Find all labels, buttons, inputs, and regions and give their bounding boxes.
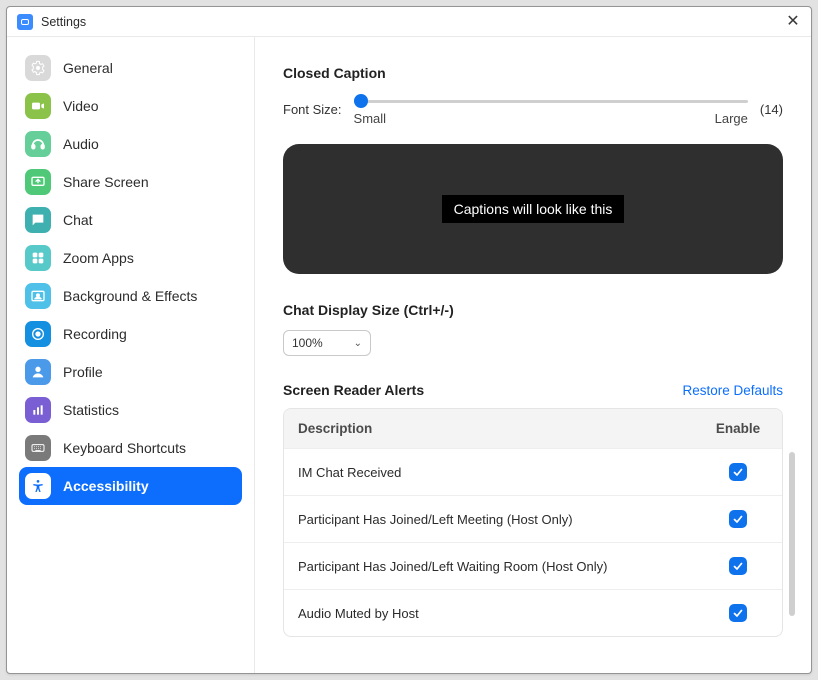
window-body: General Video Audio Share Screen Chat Zoom Ap… <box>7 37 811 673</box>
restore-defaults-link[interactable]: Restore Defaults <box>682 383 783 398</box>
slider-thumb[interactable] <box>354 94 368 108</box>
alert-checkbox[interactable] <box>729 557 747 575</box>
chat-display-select[interactable]: 100% ⌄ <box>283 330 371 356</box>
font-size-label: Font Size: <box>283 102 342 117</box>
sidebar-item-label: Share Screen <box>63 174 149 190</box>
accessibility-icon <box>25 473 51 499</box>
font-size-row: Font Size: Small Large (14) <box>283 93 783 126</box>
caption-preview: Captions will look like this <box>283 144 783 274</box>
settings-window: Settings ✕ General Video Audio Share Screen… <box>6 6 812 674</box>
font-size-slider[interactable] <box>354 93 748 109</box>
col-header-enable: Enable <box>708 421 768 436</box>
sidebar-item-share-screen[interactable]: Share Screen <box>19 163 242 201</box>
audio-icon <box>25 131 51 157</box>
alert-description: Participant Has Joined/Left Meeting (Hos… <box>298 512 708 527</box>
alert-checkbox[interactable] <box>729 510 747 528</box>
zoom-apps-icon <box>25 245 51 271</box>
chat-display-section: Chat Display Size (Ctrl+/-) 100% ⌄ <box>283 302 783 356</box>
sidebar-item-audio[interactable]: Audio <box>19 125 242 163</box>
caption-preview-text: Captions will look like this <box>442 195 625 223</box>
sidebar-item-recording[interactable]: Recording <box>19 315 242 353</box>
sidebar-item-label: Chat <box>63 212 93 228</box>
alert-row: Audio Muted by Host <box>284 589 782 636</box>
share-screen-icon <box>25 169 51 195</box>
font-size-slider-block: Small Large <box>354 93 748 126</box>
alert-enable-cell <box>708 510 768 528</box>
close-button[interactable]: ✕ <box>783 14 803 30</box>
chevron-down-icon: ⌄ <box>354 338 362 349</box>
general-icon <box>25 55 51 81</box>
alert-description: Participant Has Joined/Left Waiting Room… <box>298 559 708 574</box>
slider-track-line <box>354 100 748 103</box>
sidebar: General Video Audio Share Screen Chat Zoom Ap… <box>7 37 255 673</box>
alert-enable-cell <box>708 463 768 481</box>
alert-row: Participant Has Joined/Left Meeting (Hos… <box>284 495 782 542</box>
slider-large-label: Large <box>715 111 748 126</box>
sidebar-item-label: Keyboard Shortcuts <box>63 440 186 456</box>
profile-icon <box>25 359 51 385</box>
recording-icon <box>25 321 51 347</box>
sidebar-item-video[interactable]: Video <box>19 87 242 125</box>
sidebar-item-background[interactable]: Background & Effects <box>19 277 242 315</box>
chat-icon <box>25 207 51 233</box>
sidebar-item-label: Statistics <box>63 402 119 418</box>
zoom-app-icon <box>17 14 33 30</box>
window-title: Settings <box>41 15 783 29</box>
slider-labels: Small Large <box>354 111 748 126</box>
content-pane: Closed Caption Font Size: Small Large (1… <box>255 37 811 673</box>
alert-row: Participant Has Joined/Left Waiting Room… <box>284 542 782 589</box>
sidebar-item-accessibility[interactable]: Accessibility <box>19 467 242 505</box>
sidebar-item-label: Profile <box>63 364 103 380</box>
sidebar-item-label: Background & Effects <box>63 288 197 304</box>
screen-reader-header: Screen Reader Alerts Restore Defaults <box>283 382 783 398</box>
statistics-icon <box>25 397 51 423</box>
alert-enable-cell <box>708 557 768 575</box>
slider-small-label: Small <box>354 111 387 126</box>
sidebar-item-label: Recording <box>63 326 127 342</box>
background-icon <box>25 283 51 309</box>
chat-display-value: 100% <box>292 336 323 350</box>
sidebar-item-keyboard[interactable]: Keyboard Shortcuts <box>19 429 242 467</box>
sidebar-item-zoom-apps[interactable]: Zoom Apps <box>19 239 242 277</box>
alert-description: Audio Muted by Host <box>298 606 708 621</box>
alerts-table-container: Description Enable IM Chat Received Parti… <box>283 408 783 637</box>
sidebar-item-label: Audio <box>63 136 99 152</box>
sidebar-item-label: Video <box>63 98 99 114</box>
sidebar-item-label: General <box>63 60 113 76</box>
alerts-scrollbar[interactable] <box>789 452 795 616</box>
sidebar-item-label: Zoom Apps <box>63 250 134 266</box>
alert-enable-cell <box>708 604 768 622</box>
alerts-table-header: Description Enable <box>284 409 782 448</box>
chat-display-title: Chat Display Size (Ctrl+/-) <box>283 302 783 318</box>
titlebar: Settings ✕ <box>7 7 811 37</box>
col-header-description: Description <box>298 421 708 436</box>
screen-reader-section: Screen Reader Alerts Restore Defaults De… <box>283 382 783 637</box>
sidebar-item-general[interactable]: General <box>19 49 242 87</box>
screen-reader-title: Screen Reader Alerts <box>283 382 424 398</box>
alerts-table: Description Enable IM Chat Received Parti… <box>283 408 783 637</box>
sidebar-item-label: Accessibility <box>63 478 149 494</box>
alert-checkbox[interactable] <box>729 604 747 622</box>
sidebar-item-statistics[interactable]: Statistics <box>19 391 242 429</box>
keyboard-icon <box>25 435 51 461</box>
alert-description: IM Chat Received <box>298 465 708 480</box>
alert-row: IM Chat Received <box>284 448 782 495</box>
video-icon <box>25 93 51 119</box>
alert-checkbox[interactable] <box>729 463 747 481</box>
font-size-value: (14) <box>760 102 783 117</box>
sidebar-item-profile[interactable]: Profile <box>19 353 242 391</box>
closed-caption-title: Closed Caption <box>283 65 783 81</box>
sidebar-item-chat[interactable]: Chat <box>19 201 242 239</box>
